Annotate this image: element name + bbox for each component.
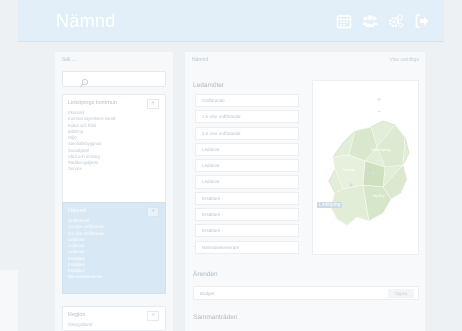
zoom-out-button[interactable]: −: [375, 109, 383, 117]
search-field[interactable]: [62, 71, 166, 87]
group-card-title: Nämnd: [68, 208, 86, 214]
page: Nämnd Sök ... Linköpings kommun + Ekonom…: [0, 0, 462, 331]
member-row[interactable]: 1:e vice ordförande: [195, 110, 299, 124]
group-item[interactable]: Service: [68, 166, 115, 172]
group-card[interactable]: Region + Östergötland: [62, 306, 166, 331]
region-map-shape: [328, 120, 410, 226]
member-row[interactable]: Ordförande: [195, 94, 299, 108]
map-region-label: Motala: [343, 167, 356, 172]
sidebar-heading: Sök ...: [62, 57, 77, 63]
group-item[interactable]: 1:e vice ordförande: [68, 224, 104, 230]
map-region-label: Mjölby: [373, 193, 385, 198]
show-all-link[interactable]: Visa samtliga: [389, 57, 419, 63]
member-row[interactable]: Ersättare: [195, 207, 299, 222]
member-row[interactable]: 2:e vice ordförande: [195, 126, 299, 140]
map-place-label: Linköping: [317, 202, 343, 208]
group-item[interactable]: Östergötland: [68, 322, 92, 328]
member-row[interactable]: Ledamot: [195, 159, 299, 173]
member-row[interactable]: Ersättare: [195, 224, 299, 238]
page-title: Nämnd: [192, 57, 209, 63]
group-item[interactable]: Nämndsekreterare: [68, 274, 104, 280]
group-card-title: Region: [68, 312, 86, 318]
group-item-list: Ekonomi Kommunstyrelsens kansli Kultur o…: [68, 110, 115, 173]
group-add-button[interactable]: +: [147, 311, 159, 321]
region-map[interactable]: + − Norrköping Motala Mjölby Linköping: [312, 80, 419, 255]
main-panel: Nämnd Visa samtliga Ledamöter Ordförande…: [185, 52, 425, 331]
group-item[interactable]: 2:e vice ordförande: [68, 231, 104, 237]
map-region-label: Norrköping: [371, 147, 391, 152]
group-add-button[interactable]: +: [147, 207, 159, 217]
top-navbar: Nämnd: [18, 0, 444, 42]
member-row[interactable]: Ersättare: [195, 191, 299, 205]
nav-icon-group: [336, 13, 430, 29]
tasks-heading: Ärenden: [193, 271, 218, 278]
calendar-icon[interactable]: [336, 13, 352, 29]
sidebar: Sök ... Linköpings kommun + Ekonomi Komm…: [55, 52, 173, 331]
group-add-button[interactable]: +: [147, 99, 159, 109]
left-edge-panel: [0, 270, 18, 331]
member-row[interactable]: Ledamot: [195, 142, 299, 156]
member-row[interactable]: Ledamot: [195, 175, 299, 189]
group-item-list: Ordförande 1:e vice ordförande 2:e vice …: [68, 218, 104, 281]
group-item[interactable]: Kommunstyrelsens kansli: [68, 116, 115, 122]
sign-out-icon[interactable]: [414, 13, 430, 29]
open-task-button[interactable]: Öppna: [388, 289, 414, 298]
task-title: Budget: [200, 291, 215, 296]
group-card-title: Linköpings kommun: [68, 100, 117, 106]
search-icon[interactable]: [79, 75, 89, 87]
users-icon[interactable]: [362, 13, 378, 29]
app-title[interactable]: Nämnd: [56, 11, 116, 32]
members-heading: Ledamöter: [193, 82, 225, 89]
member-row[interactable]: Nämndsekreterare: [195, 240, 299, 254]
meetings-heading: Sammanträden: [193, 314, 238, 321]
group-item-list: Östergötland: [68, 322, 92, 328]
group-card-selected[interactable]: Nämnd + Ordförande 1:e vice ordförande 2…: [62, 202, 166, 294]
zoom-in-button[interactable]: +: [375, 97, 383, 105]
member-list: Ordförande 1:e vice ordförande 2:e vice …: [195, 94, 299, 257]
gears-icon[interactable]: [388, 13, 404, 29]
task-row[interactable]: Budget Öppna: [193, 286, 419, 300]
